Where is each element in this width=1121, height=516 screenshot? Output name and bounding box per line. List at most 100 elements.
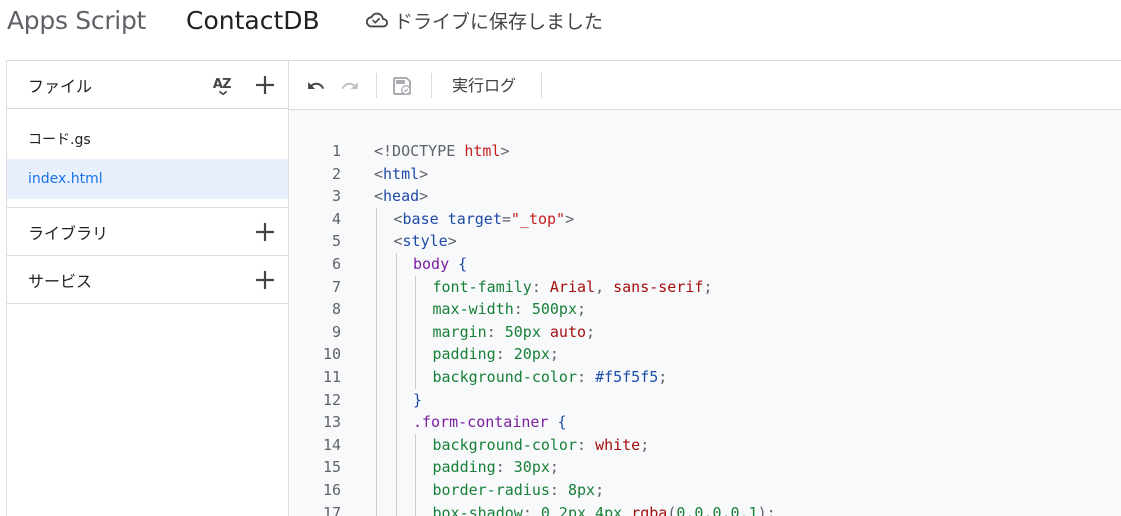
code-token: "_top" (510, 209, 566, 228)
code-token: background-color (432, 367, 578, 386)
code-text: border-radius: 8px; (433, 479, 605, 502)
code-text: <base target="_top"> (394, 208, 575, 231)
code-token: 20px (513, 345, 550, 364)
code-token: ; (586, 322, 596, 341)
line-number: 4 (331, 209, 341, 228)
toolbar-divider (541, 73, 542, 98)
file-sidebar: ファイル A Z コード.gs index.html ライブラリ サービス (6, 60, 289, 516)
code-token: head (383, 187, 420, 206)
code-token: } (413, 390, 423, 409)
file-item-label: index.html (28, 171, 103, 187)
code-token: ; (549, 458, 559, 477)
line-number: 17 (322, 503, 341, 516)
undo-icon[interactable] (304, 74, 328, 98)
save-icon[interactable] (390, 74, 414, 98)
code-text: box-shadow: 0 2px 4px rgba(0,0,0,0.1); (433, 502, 776, 516)
file-item-index-html[interactable]: index.html (7, 159, 288, 199)
code-token: ; (703, 277, 713, 296)
sort-az-icon[interactable]: A Z (212, 73, 236, 97)
code-token: { (458, 254, 468, 273)
code-token: body (413, 254, 459, 273)
code-token: > (419, 164, 429, 183)
code-token: style (402, 232, 448, 251)
add-service-icon[interactable] (253, 268, 277, 292)
code-token: padding (432, 458, 496, 477)
files-section-header: ファイル A Z (7, 61, 288, 109)
code-text: font-family: Arial, sans-serif; (433, 276, 713, 299)
services-section-header[interactable]: サービス (7, 256, 288, 304)
code-token: border-radius (432, 480, 550, 499)
code-token: margin (432, 322, 487, 341)
libraries-section-label: ライブラリ (28, 223, 109, 243)
code-token: : (513, 300, 532, 319)
code-token: 0 2px 4px (540, 503, 632, 516)
line-number: 15 (322, 458, 341, 477)
code-token: max-width (432, 300, 514, 319)
code-token: : (522, 503, 541, 516)
code-token: <!DOCTYPE (374, 142, 465, 160)
line-number: 13 (322, 413, 341, 432)
file-item-code-gs[interactable]: コード.gs (7, 119, 288, 159)
execution-log-button[interactable]: 実行ログ (452, 73, 516, 99)
file-item-label: コード.gs (28, 132, 91, 148)
line-number: 8 (331, 300, 341, 319)
code-token: html (383, 164, 420, 183)
indent-guide (415, 433, 416, 516)
code-token: > (447, 232, 457, 251)
code-token: #f5f5f5 (595, 367, 659, 386)
project-name[interactable]: ContactDB (186, 4, 320, 38)
code-text: } (413, 389, 422, 412)
line-number: 6 (331, 254, 341, 273)
indent-guide (376, 207, 377, 516)
app-title[interactable]: Apps Script (7, 4, 146, 38)
code-text: <html> (374, 163, 428, 186)
code-token: 8px (567, 480, 596, 499)
code-text: <!DOCTYPE html> (374, 140, 509, 163)
code-token: target (447, 209, 502, 228)
code-text: background-color: #f5f5f5; (433, 366, 668, 389)
line-number: 5 (331, 232, 341, 251)
libraries-section-header[interactable]: ライブラリ (7, 208, 288, 256)
code-token: ; (577, 300, 587, 319)
line-number: 7 (331, 277, 341, 296)
code-text: background-color: white; (433, 434, 650, 457)
code-token: : (495, 458, 514, 477)
add-file-icon[interactable] (253, 73, 277, 97)
code-token: sans-serif (613, 277, 704, 296)
code-token: ( (667, 503, 677, 516)
code-token: ; (595, 480, 605, 499)
code-token: 500px (531, 300, 577, 319)
code-token: : (531, 277, 550, 296)
code-text: <head> (374, 185, 428, 208)
code-token: { (557, 413, 567, 432)
redo-icon[interactable] (338, 74, 362, 98)
line-number: 16 (322, 480, 341, 499)
code-text: padding: 30px; (433, 456, 559, 479)
code-token: , (595, 277, 614, 296)
add-library-icon[interactable] (253, 220, 277, 244)
code-token: ; (549, 345, 559, 364)
line-number: 11 (322, 367, 341, 386)
indent-guide (415, 275, 416, 389)
code-token: > (419, 187, 429, 206)
save-status-text: ドライブに保存しました (394, 10, 604, 33)
line-number: 12 (322, 390, 341, 409)
code-token: white (595, 435, 641, 454)
code-token: Arial (549, 277, 596, 296)
code-token: 50px (504, 322, 550, 341)
code-text: padding: 20px; (433, 343, 559, 366)
code-token: background-color (432, 435, 578, 454)
code-editor[interactable]: 1 <!DOCTYPE html> 2 <html> 3 <head> 4 <base tar… (290, 110, 1121, 516)
code-token: 0,0,0,0.1 (676, 503, 758, 516)
save-status: ドライブに保存しました (366, 5, 603, 35)
code-token: : (549, 480, 568, 499)
code-text: margin: 50px auto; (433, 321, 596, 344)
line-number: 10 (322, 345, 341, 364)
line-number: 1 (331, 142, 341, 160)
top-bar: Apps Script ContactDB ドライブに保存しました (0, 0, 1121, 60)
code-token: font-family (432, 277, 532, 296)
files-section-label: ファイル (28, 76, 93, 96)
code-token: = (501, 209, 511, 228)
code-token: 30px (513, 458, 550, 477)
code-token: < (374, 164, 384, 183)
